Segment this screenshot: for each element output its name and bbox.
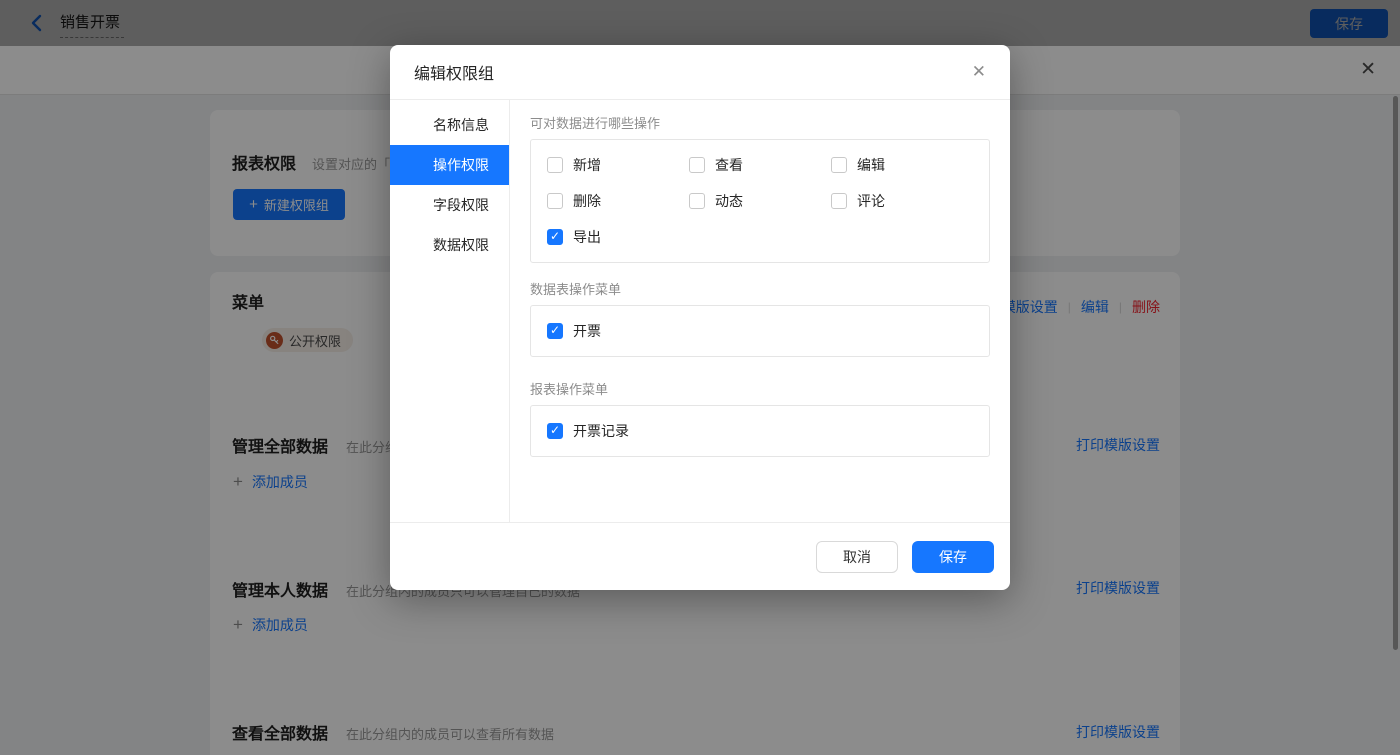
checkbox-comment[interactable]: 评论: [831, 191, 973, 211]
checkbox-label: 开票: [573, 323, 601, 339]
checkbox-box: [831, 193, 847, 209]
datasheet-menu-box: 开票: [530, 305, 990, 357]
checkbox-edit[interactable]: 编辑: [831, 155, 973, 175]
checkbox-box: [547, 193, 563, 209]
screen: 销售开票 保存 ✕ 报表权限 设置对应的「 + 新建权限组 菜单 公开权限 打印…: [0, 0, 1400, 755]
modal-tab-list: 名称信息 操作权限 字段权限 数据权限: [390, 100, 510, 522]
checkbox-label: 开票记录: [573, 423, 629, 439]
checkbox-box: [547, 157, 563, 173]
topbar-dim-overlay: [0, 0, 1400, 46]
save-button[interactable]: 保存: [912, 540, 994, 573]
modal-title: 编辑权限组: [414, 66, 495, 83]
checkbox-box-checked: [547, 229, 563, 245]
operations-box: 新增 查看 编辑 删除 动态 评论 ✓ 导出: [530, 139, 990, 263]
operations-label: 可对数据进行哪些操作: [530, 116, 661, 131]
checkbox-box-checked: [547, 323, 563, 339]
datasheet-menu-label: 数据表操作菜单: [530, 282, 622, 297]
tab-data-permission[interactable]: 数据权限: [390, 225, 509, 265]
edit-permission-group-modal: 编辑权限组 ✕ 名称信息 操作权限 字段权限 数据权限 可对数据进行哪些操作 新…: [390, 45, 1010, 590]
checkbox-label: 动态: [715, 193, 743, 209]
checkbox-box: [689, 157, 705, 173]
checkbox-delete[interactable]: 删除: [547, 191, 689, 211]
checkbox-box: [689, 193, 705, 209]
checkbox-invoice[interactable]: 开票: [547, 321, 973, 341]
checkbox-label: 评论: [857, 193, 885, 209]
checkbox-export[interactable]: 导出: [547, 227, 689, 247]
cancel-button[interactable]: 取消: [816, 540, 898, 573]
modal-header: 编辑权限组 ✕: [390, 45, 1010, 100]
modal-content: 可对数据进行哪些操作 新增 查看 编辑 删除 动态 评论 ✓ 导出 数据表操作菜…: [510, 100, 1010, 522]
checkbox-activity[interactable]: 动态: [689, 191, 831, 211]
checkbox-invoice-record[interactable]: 开票记录: [547, 421, 973, 441]
checkbox-label: 导出: [573, 229, 601, 245]
modal-close-icon[interactable]: ✕: [972, 62, 986, 82]
tab-name-info[interactable]: 名称信息: [390, 105, 509, 145]
checkbox-label: 新增: [573, 157, 601, 173]
modal-footer: 取消 保存: [390, 523, 1010, 590]
checkbox-view[interactable]: 查看: [689, 155, 831, 175]
checkbox-add[interactable]: 新增: [547, 155, 689, 175]
checkbox-label: 编辑: [857, 157, 885, 173]
report-menu-label: 报表操作菜单: [530, 382, 609, 397]
report-menu-box: 开票记录: [530, 405, 990, 457]
tab-operation-permission[interactable]: 操作权限: [390, 145, 509, 185]
tab-field-permission[interactable]: 字段权限: [390, 185, 509, 225]
checkbox-box-checked: [547, 423, 563, 439]
modal-body: 名称信息 操作权限 字段权限 数据权限 可对数据进行哪些操作 新增 查看 编辑 …: [390, 100, 1010, 523]
checkbox-box: [831, 157, 847, 173]
checkbox-label: 查看: [715, 157, 743, 173]
checkbox-label: 删除: [573, 193, 601, 209]
